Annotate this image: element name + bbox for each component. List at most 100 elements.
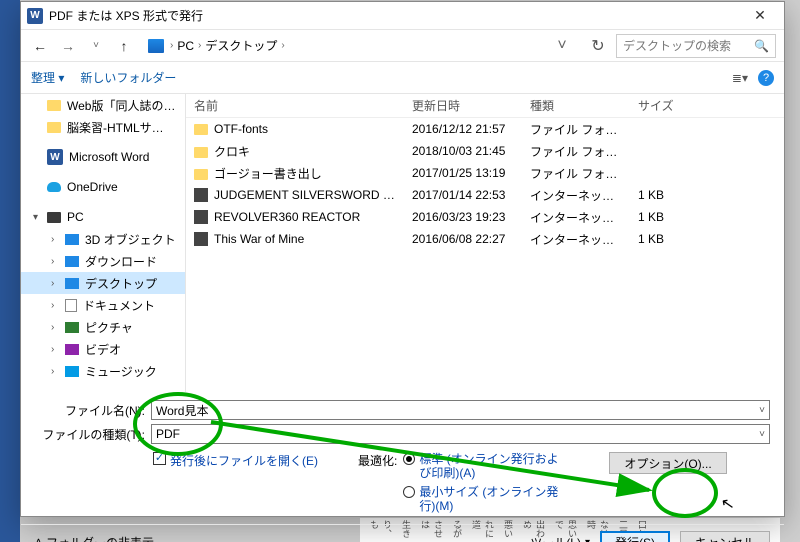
optimize-label: 最適化: [358, 452, 397, 514]
close-button[interactable]: ✕ [742, 3, 778, 29]
search-input[interactable]: デスクトップの検索 🔍 [616, 34, 776, 58]
options-button[interactable]: オプション(O)... [609, 452, 726, 474]
folder-icon [194, 124, 208, 135]
new-folder-button[interactable]: 新しいフォルダー [80, 69, 176, 86]
chevron-down-icon[interactable]: ˅ [759, 405, 765, 416]
help-icon[interactable]: ? [758, 70, 774, 86]
caret-icon: ▾ [33, 212, 38, 223]
tools-menu[interactable]: ツール(L) ▾ [530, 534, 590, 542]
file-date: 2017/01/25 13:19 [404, 166, 522, 180]
tree-item[interactable]: › デスクトップ [21, 272, 185, 294]
filetype-select[interactable]: PDF˅ [151, 424, 770, 444]
file-list[interactable]: 名前 更新日時 種類 サイズ OTF-fonts 2016/12/12 21:57… [186, 94, 784, 392]
tree-item-label: 3D オブジェクト [85, 231, 176, 248]
tree-item-label: ミュージック [85, 363, 157, 380]
tree-item-label: ビデオ [85, 341, 121, 358]
filename-fields: ファイル名(N): Word見本˅ ファイルの種類(T): PDF˅ [21, 392, 784, 448]
tree-item[interactable]: ›ピクチャ [21, 316, 185, 338]
tree-item-label: デスクトップ [85, 275, 157, 292]
nav-up-button[interactable]: ↑ [113, 35, 135, 57]
nav-back-button[interactable]: ← [29, 35, 51, 57]
list-row[interactable]: This War of Mine 2016/06/08 22:27インターネット … [186, 228, 784, 250]
publish-pdf-dialog: W PDF または XPS 形式で発行 ✕ ← → ˅ ↑ › PC › デスク… [20, 1, 785, 517]
list-row[interactable]: JUDGEMENT SILVERSWORD - Resurrectio...20… [186, 184, 784, 206]
file-type: インターネット ショート... [522, 209, 630, 226]
vid-icon [65, 344, 79, 355]
blue-icon [65, 234, 79, 245]
tree-item[interactable]: WMicrosoft Word [21, 146, 185, 168]
breadcrumb[interactable]: › PC › デスクトップ › [141, 34, 538, 58]
publish-options: ✓ 発行後にファイルを開く(E) 最適化: 標準 (オンライン発行および印刷)(… [21, 448, 784, 514]
folder-icon [194, 147, 208, 158]
nav-forward-button[interactable]: → [57, 35, 79, 57]
file-size: 1 KB [630, 210, 710, 224]
tree-item[interactable]: ›ビデオ [21, 338, 185, 360]
file-type: ファイル フォルダー [522, 165, 630, 182]
word-app-icon: W [27, 8, 43, 24]
list-row[interactable]: ゴージョー書き出し 2017/01/25 13:19ファイル フォルダー [186, 162, 784, 184]
list-header[interactable]: 名前 更新日時 種類 サイズ [186, 94, 784, 118]
file-date: 2016/06/08 22:27 [404, 232, 522, 246]
optimize-standard-label: 標準 (オンライン発行および印刷)(A) [419, 452, 569, 481]
caret-icon: › [51, 234, 54, 245]
folder-tree[interactable]: Web版「同人誌の… 脳楽習-HTMLサ… WMicrosoft Word OneDr… [21, 94, 186, 392]
tree-item-label: 脳楽習-HTMLサ… [67, 119, 164, 136]
word-icon: W [47, 149, 63, 165]
breadcrumb-segment[interactable]: デスクトップ [205, 37, 277, 54]
file-name: This War of Mine [214, 232, 304, 246]
tree-item[interactable]: › ミュージック [21, 360, 185, 382]
tree-item-label: Web版「同人誌の… [67, 97, 175, 114]
open-after-checkbox[interactable]: ✓ [153, 452, 166, 465]
caret-icon: › [51, 366, 54, 377]
caret-icon: › [51, 278, 54, 289]
col-header-type[interactable]: 種類 [522, 97, 630, 114]
optimize-minimum-radio[interactable] [403, 486, 415, 498]
folder-icon [47, 122, 61, 133]
list-row[interactable]: クロキ2018/10/03 21:45ファイル フォルダー [186, 140, 784, 162]
file-name: REVOLVER360 REACTOR [214, 210, 360, 224]
down-icon [65, 256, 79, 267]
tree-item[interactable]: 脳楽習-HTMLサ… [21, 116, 185, 138]
list-row[interactable]: OTF-fonts 2016/12/12 21:57ファイル フォルダー [186, 118, 784, 140]
nav-recent-dropdown[interactable]: ˅ [85, 35, 107, 57]
optimize-standard-radio[interactable] [403, 453, 415, 465]
file-type: インターネット ショート... [522, 231, 630, 248]
refresh-button[interactable]: ↻ [586, 36, 610, 56]
chevron-down-icon[interactable]: ˅ [759, 429, 765, 440]
view-mode-button[interactable]: ≣▾ [732, 71, 748, 85]
search-icon: 🔍 [754, 39, 769, 53]
tree-item[interactable]: ›ドキュメント [21, 294, 185, 316]
organize-menu[interactable]: 整理 ▾ [31, 69, 64, 86]
file-name: OTF-fonts [214, 122, 268, 136]
publish-button[interactable]: 発行(S) [600, 531, 670, 542]
chevron-up-icon: ˄ [35, 535, 42, 542]
nav-bar: ← → ˅ ↑ › PC › デスクトップ › ˅ ↻ デスクトップの検索 🔍 [21, 30, 784, 62]
tree-item-label: OneDrive [67, 180, 118, 194]
filename-input[interactable]: Word見本˅ [151, 400, 770, 420]
pc-icon [148, 39, 164, 53]
file-type: ファイル フォルダー [522, 143, 630, 160]
cancel-button[interactable]: キャンセル [680, 531, 770, 542]
file-type: ファイル フォルダー [522, 121, 630, 138]
col-header-name[interactable]: 名前 [186, 97, 404, 114]
file-name: ゴージョー書き出し [214, 167, 322, 181]
tree-item[interactable]: ▾PC [21, 206, 185, 228]
file-size: 1 KB [630, 188, 710, 202]
col-header-date[interactable]: 更新日時 [404, 97, 522, 114]
doc-icon [65, 299, 77, 312]
breadcrumb-history-dropdown[interactable]: ˅ [544, 37, 580, 55]
tree-item[interactable]: ›ダウンロード [21, 250, 185, 272]
file-date: 2016/12/12 21:57 [404, 122, 522, 136]
file-date: 2016/03/23 19:23 [404, 210, 522, 224]
tree-item[interactable]: OneDrive [21, 176, 185, 198]
tree-item[interactable]: › 3D オブジェクト [21, 228, 185, 250]
file-date: 2017/01/14 22:53 [404, 188, 522, 202]
col-header-size[interactable]: サイズ [630, 97, 710, 114]
dialog-footer: ˄ フォルダーの非表示 ツール(L) ▾ 発行(S) キャンセル [21, 524, 784, 542]
list-row[interactable]: REVOLVER360 REACTOR 2016/03/23 19:23インターネ… [186, 206, 784, 228]
hide-folders-toggle[interactable]: ˄ フォルダーの非表示 [35, 534, 154, 542]
tree-item[interactable]: Web版「同人誌の… [21, 94, 185, 116]
breadcrumb-segment[interactable]: PC [177, 39, 194, 53]
file-name: クロキ [214, 145, 250, 159]
app-icon [194, 210, 208, 224]
